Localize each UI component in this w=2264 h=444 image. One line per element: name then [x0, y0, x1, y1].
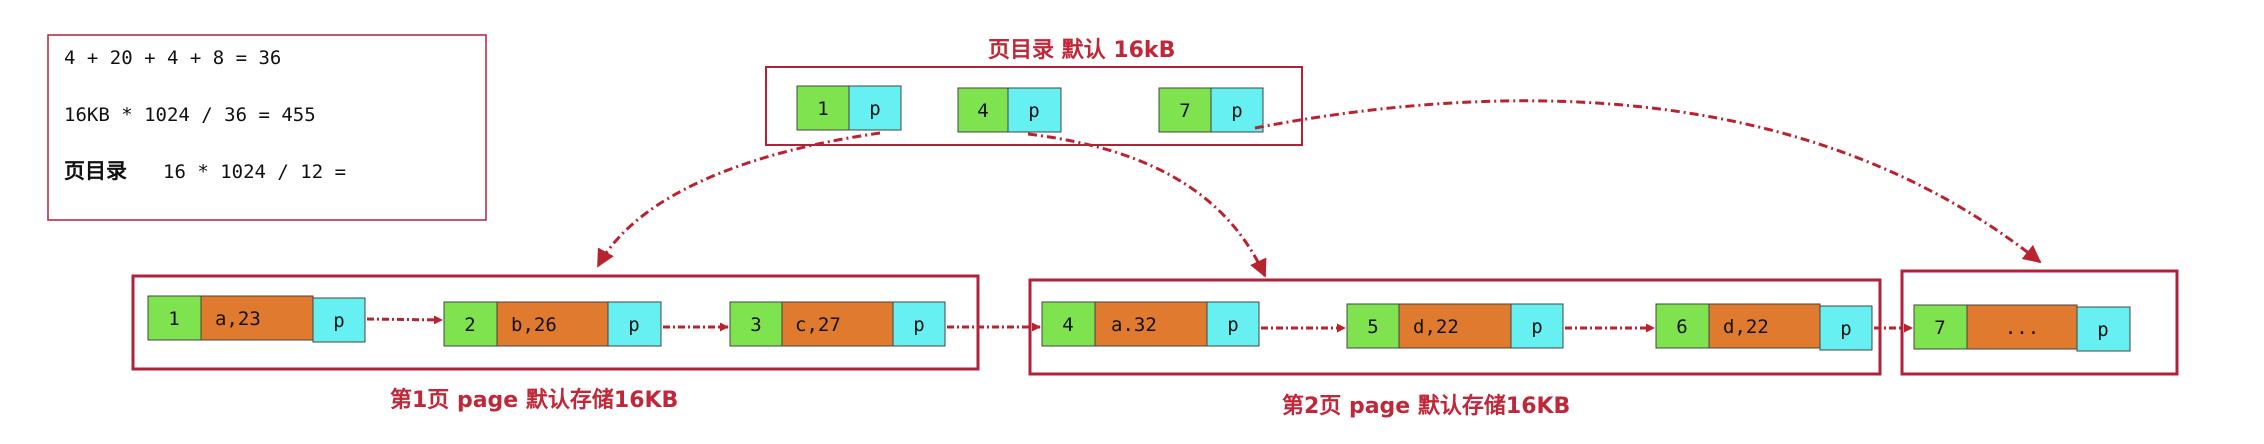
record-value: a.32	[1111, 314, 1157, 336]
record: 2 b,26 p	[443, 301, 662, 347]
record-id: 2	[464, 314, 475, 336]
directory-entry-ptr: p	[869, 98, 880, 120]
directory-entry-ptr: p	[1231, 100, 1242, 122]
calc-line-1: 4 + 20 + 4 + 8 = 36	[64, 47, 281, 69]
record-id: 5	[1367, 316, 1378, 338]
directory-entry: 7 p	[1158, 87, 1264, 133]
record-id: 3	[750, 314, 761, 336]
record: 6 d,22 p	[1655, 303, 1873, 351]
record-ptr: p	[2097, 319, 2108, 341]
directory-title: 页目录 默认 16kB	[988, 37, 1175, 63]
record: 3 c,27 p	[729, 301, 946, 347]
directory-pointer-arrow	[596, 131, 881, 268]
record-id: 1	[168, 308, 179, 330]
record-id: 6	[1676, 316, 1687, 338]
record-id: 4	[1062, 314, 1073, 336]
record: 1 a,23 p	[147, 295, 366, 343]
record: 4 a.32 p	[1041, 301, 1260, 347]
calc-line-3-label: 页目录	[64, 159, 127, 183]
directory-entry-key: 4	[977, 100, 988, 122]
directory-entry: 1 p	[796, 85, 902, 131]
calc-line-2: 16KB * 1024 / 36 = 455	[64, 104, 316, 126]
page-label: 第2页 page 默认存储16KB	[1282, 393, 1570, 419]
record-value: c,27	[795, 314, 841, 336]
next-record-arrow	[366, 315, 443, 325]
directory-entry: 4 p	[957, 87, 1062, 133]
record-ptr: p	[913, 314, 924, 336]
record-ptr: p	[628, 314, 639, 336]
record-value: b,26	[511, 314, 557, 336]
record-id: 7	[1934, 317, 1945, 339]
record-value: d,22	[1723, 316, 1769, 338]
record-ptr: p	[1840, 318, 1851, 340]
b-plus-tree-diagram: 4 + 20 + 4 + 8 = 36 16KB * 1024 / 36 = 4…	[0, 0, 2264, 444]
record-ptr: p	[333, 310, 344, 332]
record-value: d,22	[1413, 316, 1459, 338]
directory-pointer-arrow	[1254, 99, 2042, 264]
record-value: ...	[2005, 317, 2039, 339]
calc-note-box: 4 + 20 + 4 + 8 = 36 16KB * 1024 / 36 = 4…	[47, 34, 487, 221]
record-value: a,23	[215, 308, 261, 330]
page-label: 第1页 page 默认存储16KB	[390, 387, 678, 413]
record-ptr: p	[1227, 314, 1238, 336]
directory-entry-key: 7	[1179, 100, 1190, 122]
calc-line-3-expr: 16 * 1024 / 12 =	[163, 161, 346, 183]
directory-pointer-arrow	[1027, 132, 1267, 278]
record-ptr: p	[1531, 316, 1542, 338]
directory-entry-ptr: p	[1028, 100, 1039, 122]
directory-entry-key: 1	[817, 98, 828, 120]
diagram-canvas: 4 + 20 + 4 + 8 = 36 16KB * 1024 / 36 = 4…	[47, 34, 2179, 419]
record: 5 d,22 p	[1346, 303, 1564, 349]
record: 7 ... p	[1913, 304, 2131, 352]
